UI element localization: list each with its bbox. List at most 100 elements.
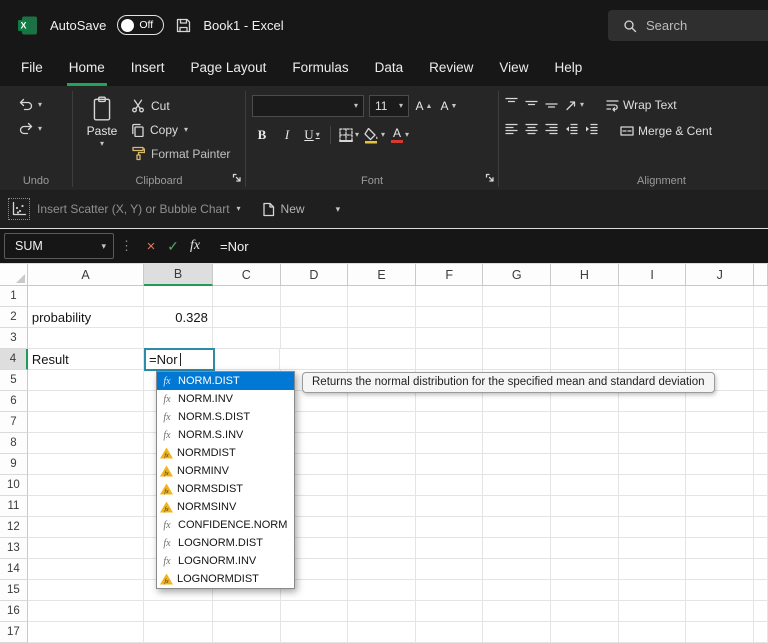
cell-F13[interactable] xyxy=(416,538,484,559)
row-header-2[interactable]: 2 xyxy=(0,307,28,328)
cell-A8[interactable] xyxy=(28,433,144,454)
cell-B17[interactable] xyxy=(144,622,213,643)
autocomplete-item-lognormdist[interactable]: fxLOGNORMDIST xyxy=(157,570,294,588)
autocomplete-item-norm-s-dist[interactable]: fxNORM.S.DIST xyxy=(157,408,294,426)
merge-center-button[interactable]: Merge & Cent xyxy=(620,124,712,138)
cell-I4[interactable] xyxy=(619,349,687,370)
autocomplete-item-confidence-norm[interactable]: fxCONFIDENCE.NORM xyxy=(157,516,294,534)
fill-color-button[interactable]: ▾ xyxy=(364,124,385,146)
cell-F11[interactable] xyxy=(416,496,484,517)
tab-home[interactable]: Home xyxy=(56,50,118,86)
column-header-D[interactable]: D xyxy=(281,264,349,286)
cell-E7[interactable] xyxy=(348,412,416,433)
cell-J1[interactable] xyxy=(686,286,754,307)
tab-help[interactable]: Help xyxy=(541,50,595,86)
cell-J16[interactable] xyxy=(686,601,754,622)
cell-E15[interactable] xyxy=(348,580,416,601)
row-header-8[interactable]: 8 xyxy=(0,433,28,454)
align-left-icon[interactable] xyxy=(505,122,518,140)
cell-G10[interactable] xyxy=(483,475,551,496)
cell-E13[interactable] xyxy=(348,538,416,559)
cell-E1[interactable] xyxy=(348,286,416,307)
cell-J3[interactable] xyxy=(686,328,754,349)
cell-J11[interactable] xyxy=(686,496,754,517)
cell-G4[interactable] xyxy=(483,349,551,370)
row-header-3[interactable]: 3 xyxy=(0,328,28,349)
save-icon[interactable] xyxy=(175,17,192,34)
cell-I1[interactable] xyxy=(619,286,687,307)
cell-A15[interactable] xyxy=(28,580,144,601)
orientation-icon[interactable]: ▾ xyxy=(565,99,584,111)
insert-scatter-chart-button[interactable]: Insert Scatter (X, Y) or Bubble Chart ▾ xyxy=(8,198,241,220)
cell-H10[interactable] xyxy=(551,475,619,496)
cell-H3[interactable] xyxy=(551,328,619,349)
cell-C17[interactable] xyxy=(213,622,281,643)
cell-G9[interactable] xyxy=(483,454,551,475)
new-button[interactable]: New xyxy=(262,202,305,217)
row-header-16[interactable]: 16 xyxy=(0,601,28,622)
cell-A1[interactable] xyxy=(28,286,144,307)
row-header-13[interactable]: 13 xyxy=(0,538,28,559)
cell-F16[interactable] xyxy=(416,601,484,622)
tab-page-layout[interactable]: Page Layout xyxy=(178,50,280,86)
cell-G12[interactable] xyxy=(483,517,551,538)
paste-button[interactable]: Paste ▾ xyxy=(79,93,125,164)
cut-button[interactable]: Cut xyxy=(131,95,230,116)
autocomplete-item-lognorm-dist[interactable]: fxLOGNORM.DIST xyxy=(157,534,294,552)
format-painter-button[interactable]: Format Painter xyxy=(131,143,230,164)
cell-H16[interactable] xyxy=(551,601,619,622)
cell-H9[interactable] xyxy=(551,454,619,475)
font-color-button[interactable]: A ▾ xyxy=(390,124,410,146)
autocomplete-item-normsinv[interactable]: fxNORMSINV xyxy=(157,498,294,516)
cell-D4[interactable] xyxy=(280,349,348,370)
cell-J8[interactable] xyxy=(686,433,754,454)
cell-C1[interactable] xyxy=(213,286,281,307)
cell-H8[interactable] xyxy=(551,433,619,454)
cell-E14[interactable] xyxy=(348,559,416,580)
cell-G15[interactable] xyxy=(483,580,551,601)
clipboard-dialog-launcher-icon[interactable] xyxy=(232,169,241,187)
cell-H6[interactable] xyxy=(551,391,619,412)
increase-indent-icon[interactable] xyxy=(585,122,598,140)
cancel-icon[interactable]: × xyxy=(140,238,162,255)
cell-B2[interactable]: 0.328 xyxy=(144,307,213,328)
select-all-corner[interactable] xyxy=(0,264,28,286)
cell-E3[interactable] xyxy=(348,328,416,349)
cell-B16[interactable] xyxy=(144,601,213,622)
cell-F6[interactable] xyxy=(416,391,484,412)
cell-A4[interactable]: Result xyxy=(28,349,144,370)
cell-I9[interactable] xyxy=(619,454,687,475)
tab-formulas[interactable]: Formulas xyxy=(279,50,361,86)
increase-font-size-button[interactable]: A▲ xyxy=(414,95,434,117)
cell-E11[interactable] xyxy=(348,496,416,517)
cell-F2[interactable] xyxy=(416,307,484,328)
cell-J6[interactable] xyxy=(686,391,754,412)
cell-J14[interactable] xyxy=(686,559,754,580)
cell-J2[interactable] xyxy=(686,307,754,328)
cell-I14[interactable] xyxy=(619,559,687,580)
cell-I15[interactable] xyxy=(619,580,687,601)
cell-H14[interactable] xyxy=(551,559,619,580)
column-header-H[interactable]: H xyxy=(551,264,619,286)
cell-F15[interactable] xyxy=(416,580,484,601)
cell-J9[interactable] xyxy=(686,454,754,475)
cell-A7[interactable] xyxy=(28,412,144,433)
cell-E16[interactable] xyxy=(348,601,416,622)
align-center-icon[interactable] xyxy=(525,122,538,140)
tab-insert[interactable]: Insert xyxy=(118,50,178,86)
cell-C3[interactable] xyxy=(213,328,281,349)
cell-B1[interactable] xyxy=(144,286,213,307)
name-box[interactable]: SUM ▾ xyxy=(4,233,114,259)
cell-J4[interactable] xyxy=(686,349,754,370)
cell-I16[interactable] xyxy=(619,601,687,622)
cell-A3[interactable] xyxy=(28,328,144,349)
cell-G1[interactable] xyxy=(483,286,551,307)
wrap-text-button[interactable]: Wrap Text xyxy=(606,98,677,112)
cell-D16[interactable] xyxy=(281,601,349,622)
borders-button[interactable]: ▾ xyxy=(339,124,359,146)
row-header-1[interactable]: 1 xyxy=(0,286,28,307)
column-header-E[interactable]: E xyxy=(348,264,416,286)
row-header-17[interactable]: 17 xyxy=(0,622,28,643)
font-name-combobox[interactable]: ▾ xyxy=(252,95,364,117)
cell-I8[interactable] xyxy=(619,433,687,454)
